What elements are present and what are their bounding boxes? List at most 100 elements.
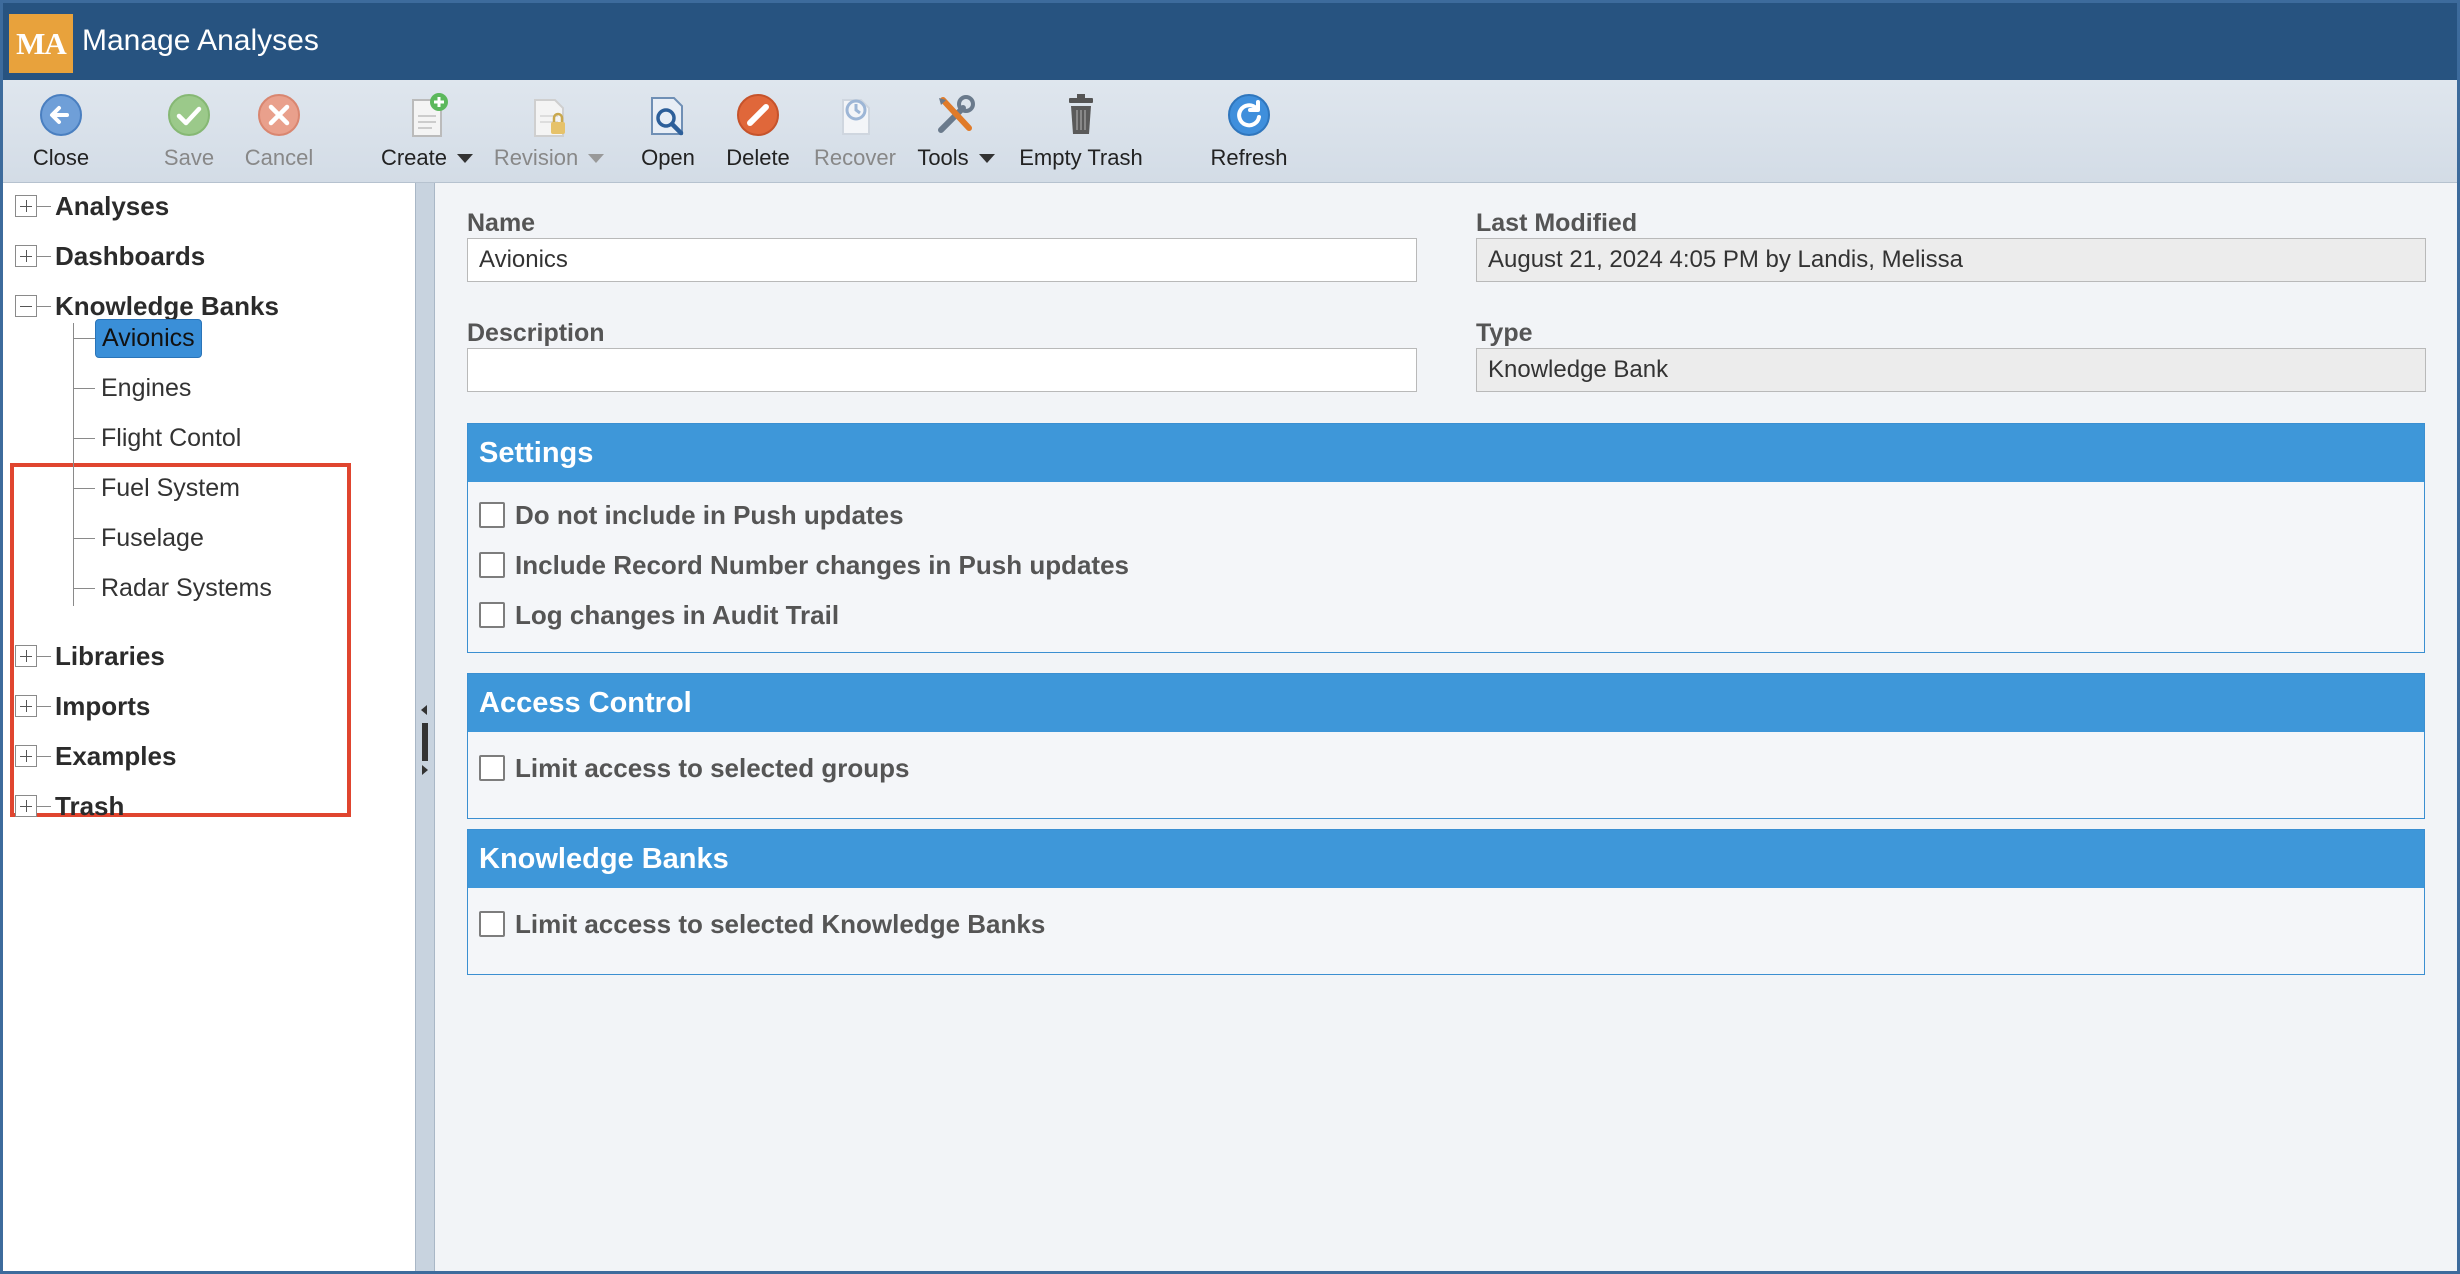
tree-leaf-label: Avionics [95, 318, 202, 358]
description-label: Description [467, 319, 605, 347]
close-button[interactable]: Close [25, 80, 97, 183]
create-label: Create [380, 145, 448, 170]
detail-pane: Name Avionics Last Modified August 21, 2… [435, 183, 2457, 1271]
checkbox[interactable] [479, 755, 505, 781]
close-label: Close [32, 145, 90, 170]
tree-node-dashboards[interactable]: Dashboards [15, 238, 205, 274]
expand-icon[interactable] [15, 195, 37, 217]
settings-panel-title: Settings [468, 424, 2424, 482]
chevron-down-icon [457, 153, 474, 163]
refresh-button[interactable]: Refresh [1209, 80, 1289, 183]
option-limit-knowledge-banks[interactable]: Limit access to selected Knowledge Banks [479, 906, 1045, 942]
checkbox[interactable] [479, 552, 505, 578]
expand-right-icon[interactable] [422, 765, 428, 775]
panel-splitter[interactable] [415, 183, 435, 1271]
tree-node-label: Libraries [55, 640, 165, 671]
knowledge-banks-panel: Knowledge Banks Limit access to selected… [467, 829, 2425, 975]
expand-icon[interactable] [15, 695, 37, 717]
type-field: Knowledge Bank [1476, 348, 2426, 392]
checkbox-label: Log changes in Audit Trail [515, 599, 840, 630]
tree-node-label: Analyses [55, 190, 170, 221]
empty-trash-label: Empty Trash [1019, 145, 1143, 170]
checkbox-label: Include Record Number changes in Push up… [515, 549, 1130, 580]
tree-node-imports[interactable]: Imports [15, 688, 150, 724]
save-label: Save [163, 145, 215, 170]
tree-leaf-label: Fuel System [101, 473, 240, 502]
tree-leaf-label: Flight Contol [101, 423, 242, 452]
type-label: Type [1476, 319, 1533, 347]
option-record-number-push[interactable]: Include Record Number changes in Push up… [479, 547, 1129, 583]
open-button[interactable]: Open [635, 80, 701, 183]
tree-node-label: Examples [55, 740, 177, 771]
recover-label: Recover [814, 145, 896, 170]
last-modified-label: Last Modified [1476, 209, 1638, 237]
window-title: Manage Analyses [82, 24, 319, 57]
tree-node-analyses[interactable]: Analyses [15, 188, 169, 224]
description-field[interactable] [467, 348, 1417, 392]
expand-icon[interactable] [15, 245, 37, 267]
option-no-push-updates[interactable]: Do not include in Push updates [479, 497, 904, 533]
revision-button[interactable]: Revision [493, 80, 605, 183]
tree-leaf-label: Fuselage [101, 523, 204, 552]
splitter-grip[interactable] [422, 723, 428, 761]
chevron-down-icon [588, 153, 605, 163]
delete-button[interactable]: Delete [721, 80, 795, 183]
back-arrow-icon [38, 92, 84, 138]
tree-node-label: Knowledge Banks [55, 290, 279, 321]
open-document-icon [645, 92, 691, 138]
refresh-icon [1226, 92, 1272, 138]
tree-connector-line [73, 323, 74, 606]
tools-label: Tools [917, 145, 969, 170]
tools-button[interactable]: Tools [915, 80, 997, 183]
recover-button[interactable]: Recover [811, 80, 899, 183]
access-control-panel: Access Control Limit access to selected … [467, 673, 2425, 819]
tools-icon [933, 92, 979, 138]
tree-leaf-label: Engines [101, 373, 192, 402]
refresh-label: Refresh [1210, 145, 1288, 170]
tree-node-label: Imports [55, 690, 151, 721]
toolbar: Close Save Cancel Create Revision Open D… [3, 80, 2457, 183]
app-logo: MA [9, 14, 73, 73]
option-audit-trail[interactable]: Log changes in Audit Trail [479, 597, 839, 633]
checkbox[interactable] [479, 602, 505, 628]
revision-label: Revision [493, 145, 579, 170]
checkbox-label: Do not include in Push updates [515, 499, 904, 530]
tree-node-label: Trash [55, 790, 125, 821]
settings-panel: Settings Do not include in Push updates … [467, 423, 2425, 653]
cancel-button[interactable]: Cancel [239, 80, 319, 183]
new-document-icon [404, 92, 450, 138]
chevron-down-icon [978, 153, 995, 163]
locked-document-icon [526, 92, 572, 138]
checkbox[interactable] [479, 502, 505, 528]
name-label: Name [467, 209, 536, 237]
cancel-label: Cancel [244, 145, 314, 170]
tree-leaf-label: Radar Systems [101, 573, 272, 602]
tree-node-libraries[interactable]: Libraries [15, 638, 165, 674]
open-label: Open [641, 145, 695, 170]
knowledge-banks-panel-title: Knowledge Banks [468, 830, 2424, 888]
cancel-x-icon [256, 92, 302, 138]
expand-icon[interactable] [15, 795, 37, 817]
delete-label: Delete [726, 145, 790, 170]
navigation-tree: Analyses Dashboards Knowledge Banks Avio… [3, 183, 415, 1271]
checkbox[interactable] [479, 911, 505, 937]
delete-icon [735, 92, 781, 138]
save-button[interactable]: Save [155, 80, 223, 183]
tree-node-trash[interactable]: Trash [15, 788, 124, 824]
collapse-icon[interactable] [15, 295, 37, 317]
name-field[interactable]: Avionics [467, 238, 1417, 282]
collapse-left-icon[interactable] [421, 705, 427, 715]
access-control-panel-title: Access Control [468, 674, 2424, 732]
tree-node-label: Dashboards [55, 240, 206, 271]
create-button[interactable]: Create [377, 80, 477, 183]
manage-analyses-window: MA Manage Analyses Close Save Cancel Cre… [0, 0, 2460, 1274]
title-bar: MA Manage Analyses [3, 3, 2457, 80]
tree-node-examples[interactable]: Examples [15, 738, 176, 774]
recover-icon [832, 92, 878, 138]
expand-icon[interactable] [15, 645, 37, 667]
trash-icon [1058, 92, 1104, 138]
option-limit-groups[interactable]: Limit access to selected groups [479, 750, 909, 786]
checkbox-label: Limit access to selected Knowledge Banks [515, 908, 1046, 939]
empty-trash-button[interactable]: Empty Trash [1013, 80, 1149, 183]
expand-icon[interactable] [15, 745, 37, 767]
